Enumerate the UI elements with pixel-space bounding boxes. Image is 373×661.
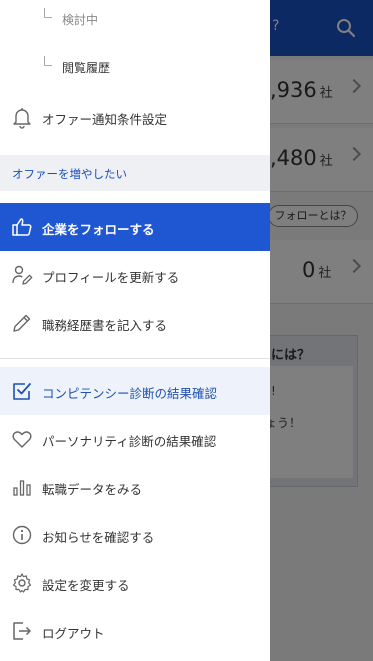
menu-item-notifications[interactable]: お知らせを確認する xyxy=(0,511,270,559)
menu-item-label: ログアウト xyxy=(42,626,105,641)
menu-item-label: 企業をフォローする xyxy=(42,222,155,237)
pencil-icon xyxy=(13,314,31,332)
menu-item-settings[interactable]: 設定を変更する xyxy=(0,559,270,607)
sub-item-history[interactable]: 閲覧履歴 xyxy=(0,48,270,88)
divider xyxy=(0,358,270,359)
menu-item-label: 設定を変更する xyxy=(42,578,130,593)
bar-chart-icon xyxy=(13,480,31,496)
menu-item-label: 転職データをみる xyxy=(42,482,143,497)
thumbs-up-icon xyxy=(12,218,32,236)
sub-item-considering[interactable]: 検討中 xyxy=(0,0,270,40)
menu-item-offer-settings[interactable]: オファー通知条件設定 xyxy=(0,93,270,141)
checkbox-icon xyxy=(13,383,31,400)
bell-icon xyxy=(13,108,31,129)
menu-item-logout[interactable]: ログアウト xyxy=(0,607,270,655)
menu-item-label: コンピテンシー診断の結果確認 xyxy=(42,386,218,401)
menu-item-follow-company[interactable]: 企業をフォローする xyxy=(0,203,270,251)
tree-corner-icon xyxy=(44,8,52,18)
menu-item-update-profile[interactable]: プロフィールを更新する xyxy=(0,251,270,299)
gear-icon xyxy=(12,573,32,593)
menu-item-write-resume[interactable]: 職務経歴書を記入する xyxy=(0,299,270,347)
tree-corner-icon xyxy=(44,56,52,66)
navigation-drawer: 検討中 閲覧履歴 オファー通知条件設定 オファーを増やしたい 企業をフォローする… xyxy=(0,0,270,661)
section-header-label: オファーを増やしたい xyxy=(12,167,127,181)
menu-item-career-data[interactable]: 転職データをみる xyxy=(0,463,270,511)
sub-item-label: 検討中 xyxy=(62,13,99,27)
sub-item-label: 閲覧履歴 xyxy=(62,61,111,75)
heart-icon xyxy=(12,431,32,448)
info-icon xyxy=(12,525,32,545)
logout-icon xyxy=(13,622,31,640)
menu-item-label: オファー通知条件設定 xyxy=(42,112,168,127)
menu-item-label: お知らせを確認する xyxy=(42,530,155,545)
menu-item-competency-results[interactable]: コンピテンシー診断の結果確認 xyxy=(0,367,270,415)
person-edit-icon xyxy=(12,265,33,285)
section-header: オファーを増やしたい xyxy=(0,155,270,191)
menu-item-label: プロフィールを更新する xyxy=(42,270,180,285)
menu-item-label: パーソナリティ診断の結果確認 xyxy=(42,434,217,449)
menu-item-label: 職務経歴書を記入する xyxy=(42,318,168,333)
menu-item-personality-results[interactable]: パーソナリティ診断の結果確認 xyxy=(0,415,270,463)
